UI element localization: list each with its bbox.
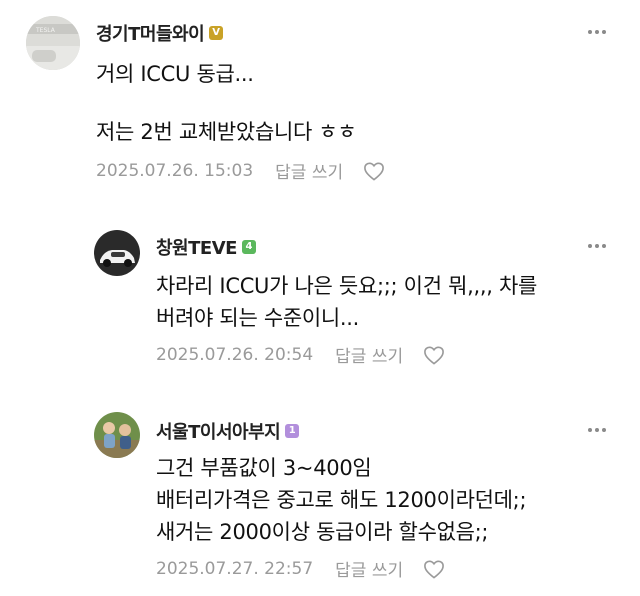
comment-text-line: 차라리 ICCU가 나은 듯요;;; 이건 뭐,,,, 차를 <box>156 274 538 298</box>
like-heart-icon[interactable] <box>423 345 445 365</box>
like-heart-icon[interactable] <box>423 559 445 579</box>
more-options-icon[interactable] <box>588 30 606 34</box>
like-heart-icon[interactable] <box>363 161 385 181</box>
more-options-icon[interactable] <box>588 244 606 248</box>
comment-date: 2025.07.27. 22:57 <box>156 558 314 579</box>
author-name[interactable]: 경기T머들와이 <box>96 20 205 46</box>
reply-button[interactable]: 답글 쓰기 <box>275 158 343 183</box>
avatar[interactable] <box>94 230 140 276</box>
author-name[interactable]: 서울T이서아부지 <box>156 418 281 444</box>
comment-text-line: 새거는 2000이상 동급이라 할수없음;; <box>156 520 489 544</box>
comment-text-line: 버려야 되는 수준이니... <box>156 306 360 330</box>
more-options-icon[interactable] <box>588 428 606 432</box>
white-car-photo-avatar <box>94 230 140 276</box>
comment-date: 2025.07.26. 20:54 <box>156 344 314 365</box>
children-photo-avatar <box>94 412 140 458</box>
author-name[interactable]: 창원TEVE <box>156 234 237 260</box>
comment-text-line: 저는 2번 교체받았습니다 ㅎㅎ <box>96 120 357 144</box>
level-badge: 1 <box>285 424 300 438</box>
comment-date: 2025.07.26. 15:03 <box>96 160 254 181</box>
comment-text-line: 배터리가격은 중고로 해도 1200이라던데;; <box>156 488 527 512</box>
comment-text-line: 거의 ICCU 동급... <box>96 62 254 86</box>
tesla-car-photo-avatar: TESLA <box>26 16 80 70</box>
avatar[interactable] <box>94 412 140 458</box>
avatar[interactable]: TESLA <box>26 16 80 70</box>
svg-text:TESLA: TESLA <box>35 27 56 34</box>
level-badge: 4 <box>241 240 256 254</box>
reply-button[interactable]: 답글 쓰기 <box>335 342 403 367</box>
level-badge: V <box>209 26 224 40</box>
reply-button[interactable]: 답글 쓰기 <box>335 556 403 581</box>
comment-text-line: 그건 부품값이 3~400임 <box>156 456 372 480</box>
